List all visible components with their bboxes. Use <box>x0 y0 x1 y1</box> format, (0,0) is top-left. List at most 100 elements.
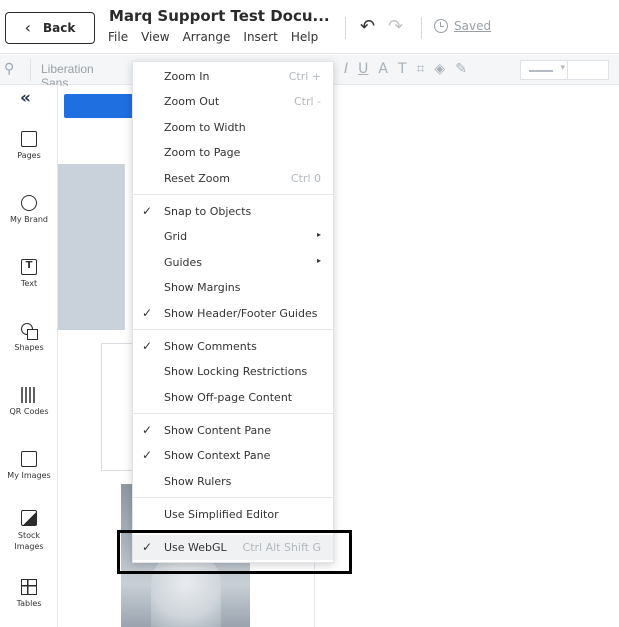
menu-item-show-margins[interactable]: Show Margins <box>133 275 333 300</box>
save-status[interactable]: Saved <box>434 19 491 33</box>
menu-item-label: Snap to Objects <box>164 205 252 218</box>
line-style-select[interactable] <box>520 60 570 80</box>
document-title[interactable]: Marq Support Test Docu... <box>109 7 330 25</box>
menu-item-label: Show Comments <box>164 340 257 353</box>
menu-item-show-off-page-content[interactable]: Show Off-page Content <box>133 385 333 410</box>
sidebar-item-label: My Brand <box>9 215 48 224</box>
clock-icon <box>434 19 448 33</box>
sidebar-item-label: My Images <box>7 471 51 480</box>
highlight-box <box>117 530 352 574</box>
divider <box>421 17 422 39</box>
shapes-icon <box>21 323 38 340</box>
menu-item-guides[interactable]: Guides ▸ <box>133 250 333 275</box>
brand-icon <box>21 195 37 211</box>
menu-separator <box>133 497 333 498</box>
sidebar-item-text[interactable]: T Text <box>0 259 58 288</box>
menu-item-grid[interactable]: Grid ▸ <box>133 224 333 249</box>
checkmark-icon: ✓ <box>142 448 153 462</box>
checkmark-icon: ✓ <box>142 306 153 320</box>
menu-item-reset-zoom[interactable]: Reset Zoom Ctrl 0 <box>133 166 333 191</box>
checkmark-icon: ✓ <box>142 339 153 353</box>
page-icon <box>21 131 37 147</box>
undo-icon[interactable]: ↶ <box>360 16 375 37</box>
menu-item-label: Show Locking Restrictions <box>164 365 308 378</box>
menu-item-label: Show Off-page Content <box>164 391 293 404</box>
menu-item-show-rulers[interactable]: Show Rulers <box>133 469 333 494</box>
paint-roller-icon[interactable]: ⚲ <box>4 61 14 77</box>
menu-item-label: Show Content Pane <box>164 424 272 437</box>
fill-icon[interactable]: ◈ <box>434 61 445 77</box>
toolbar-icons: I U A T ⌗ ◈ ✎ <box>344 61 467 77</box>
menu-item-label: Guides <box>164 256 203 269</box>
text-icon: T <box>21 259 37 275</box>
sidebar-item-shapes[interactable]: Shapes <box>0 323 58 352</box>
checkmark-icon: ✓ <box>142 423 153 437</box>
menu-view[interactable]: View <box>141 30 169 44</box>
back-button[interactable]: ‹ Back <box>5 12 95 44</box>
menu-item-label: Show Header/Footer Guides <box>164 307 318 320</box>
menu-item-shortcut: Ctrl + <box>288 70 321 83</box>
menu-item-label: Show Rulers <box>164 475 232 488</box>
menu-item-show-header-footer-guides[interactable]: ✓ Show Header/Footer Guides <box>133 301 333 326</box>
menu-item-show-context-pane[interactable]: ✓ Show Context Pane <box>133 443 333 468</box>
text-transform-icon[interactable]: T <box>398 61 407 77</box>
folder-icon <box>21 451 37 467</box>
italic-icon[interactable]: I <box>344 61 348 77</box>
menu-item-zoom-in[interactable]: Zoom In Ctrl + <box>133 64 333 89</box>
left-sidebar: « Pages My Brand T Text Shapes QR Codes … <box>0 85 58 627</box>
text-color-icon[interactable]: A <box>378 61 388 77</box>
sidebar-item-label: Pages <box>17 151 41 160</box>
menu-item-show-locking-restrictions[interactable]: Show Locking Restrictions <box>133 359 333 384</box>
underline-icon[interactable]: U <box>358 61 368 77</box>
menu-bar: File View Arrange Insert Help <box>108 30 318 44</box>
menu-file[interactable]: File <box>108 30 128 44</box>
sidebar-item-pages[interactable]: Pages <box>0 131 58 160</box>
menu-separator <box>133 329 333 330</box>
menu-item-label: Zoom In <box>164 70 210 83</box>
menu-separator <box>133 194 333 195</box>
menu-item-label: Reset Zoom <box>164 172 230 185</box>
font-family-select[interactable]: Liberation Sans <box>30 59 130 90</box>
table-icon <box>21 579 37 595</box>
content-preview-panel <box>58 164 124 330</box>
menu-arrange[interactable]: Arrange <box>183 30 231 44</box>
top-bar: ‹ Back Marq Support Test Docu... File Vi… <box>0 0 619 54</box>
crop-icon[interactable]: ⌗ <box>417 61 425 77</box>
collapse-sidebar-icon[interactable]: « <box>20 88 31 108</box>
sidebar-item-tables[interactable]: Tables <box>0 579 58 608</box>
checkmark-icon: ✓ <box>142 204 153 218</box>
sidebar-item-my-images[interactable]: My Images <box>0 451 58 480</box>
menu-item-zoom-to-page[interactable]: Zoom to Page <box>133 140 333 165</box>
menu-item-zoom-to-width[interactable]: Zoom to Width <box>133 115 333 140</box>
page-thumbnail[interactable] <box>101 343 133 471</box>
sidebar-item-label: Tables <box>16 599 42 608</box>
sidebar-item-label: Text <box>20 279 38 288</box>
pen-icon[interactable]: ✎ <box>455 61 467 77</box>
submenu-arrow-icon: ▸ <box>316 256 321 265</box>
sidebar-item-label: Stock Images <box>14 531 44 551</box>
submenu-arrow-icon: ▸ <box>316 230 321 239</box>
menu-item-shortcut: Ctrl 0 <box>290 172 321 185</box>
menu-help[interactable]: Help <box>291 30 318 44</box>
menu-insert[interactable]: Insert <box>243 30 277 44</box>
menu-item-label: Grid <box>164 230 188 243</box>
qr-code-icon <box>21 387 37 403</box>
menu-item-zoom-out[interactable]: Zoom Out Ctrl - <box>133 89 333 114</box>
view-menu-dropdown: Zoom In Ctrl + Zoom Out Ctrl - Zoom to W… <box>132 61 334 563</box>
line-width-input[interactable] <box>567 60 609 80</box>
chevron-left-icon: ‹ <box>24 18 32 37</box>
menu-item-snap-to-objects[interactable]: ✓ Snap to Objects <box>133 199 333 224</box>
sidebar-item-my-brand[interactable]: My Brand <box>0 195 58 224</box>
menu-item-show-comments[interactable]: ✓ Show Comments <box>133 334 333 359</box>
menu-item-label: Zoom to Width <box>164 121 246 134</box>
redo-icon[interactable]: ↷ <box>388 16 403 37</box>
sidebar-item-stock-images[interactable]: Stock Images <box>0 510 58 552</box>
menu-item-label: Use Simplified Editor <box>164 508 279 521</box>
menu-item-show-content-pane[interactable]: ✓ Show Content Pane <box>133 418 333 443</box>
editor-canvas[interactable] <box>314 86 619 627</box>
menu-item-label: Zoom to Page <box>164 146 241 159</box>
menu-item-use-simplified-editor[interactable]: Use Simplified Editor <box>133 502 333 527</box>
menu-item-shortcut: Ctrl - <box>293 95 321 108</box>
menu-item-label: Show Margins <box>164 281 241 294</box>
sidebar-item-qr-codes[interactable]: QR Codes <box>0 387 58 416</box>
